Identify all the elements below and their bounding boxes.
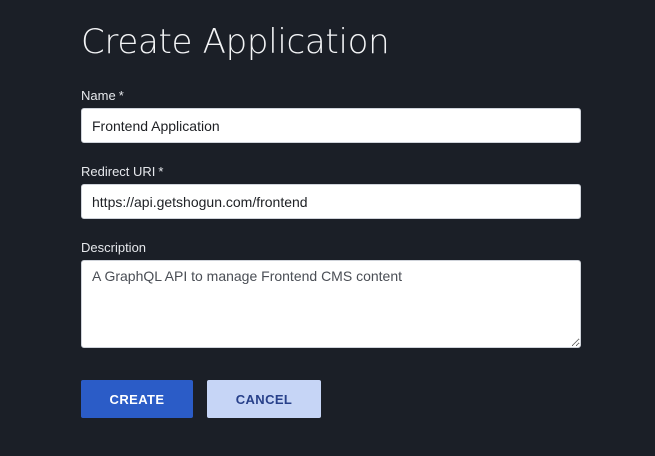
name-input[interactable]: [81, 108, 581, 143]
description-label-text: Description: [81, 240, 147, 255]
redirect-uri-input[interactable]: [81, 184, 581, 219]
description-textarea[interactable]: A GraphQL API to manage Frontend CMS con…: [81, 260, 581, 348]
description-field-label: Description: [81, 240, 146, 256]
create-application-page: Create Application Name* Redirect URI* D…: [0, 0, 655, 456]
cancel-button[interactable]: CANCEL: [207, 380, 321, 418]
name-label-text: Name: [81, 88, 116, 103]
create-button[interactable]: CREATE: [81, 380, 193, 418]
redirect-uri-label-text: Redirect URI: [81, 164, 156, 179]
page-title: Create Application: [81, 22, 390, 62]
name-field-label: Name *: [81, 88, 124, 104]
redirect-uri-field-label: Redirect URI *: [81, 164, 163, 180]
redirect-uri-required-marker: *: [158, 164, 164, 179]
name-required-marker: *: [118, 88, 124, 103]
